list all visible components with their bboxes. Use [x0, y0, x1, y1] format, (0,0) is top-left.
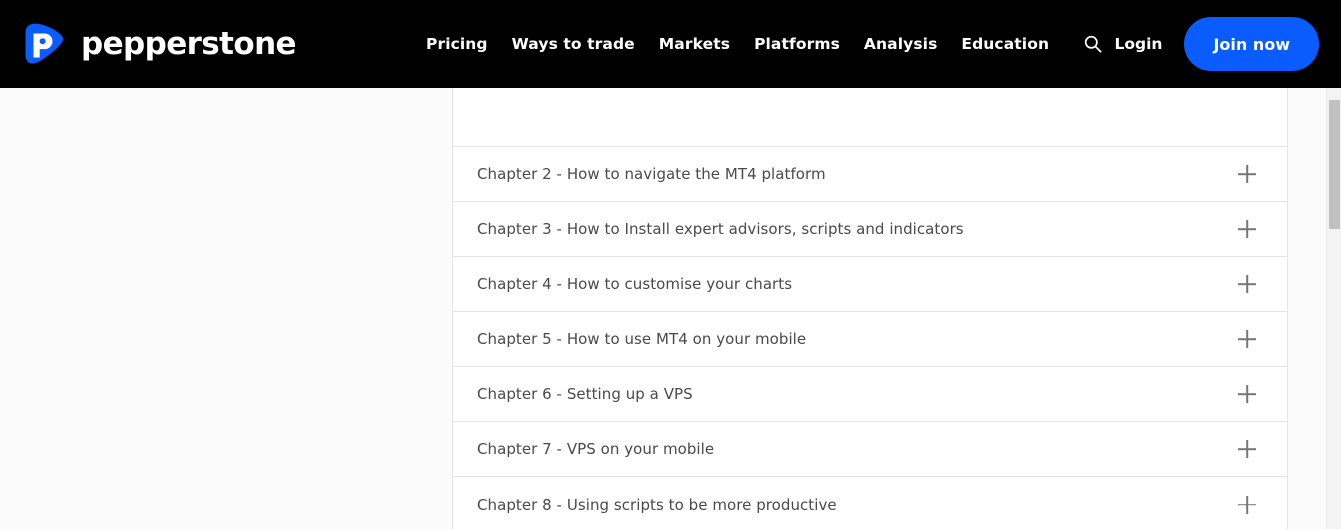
login-link[interactable]: Login: [1114, 35, 1162, 53]
plus-icon[interactable]: [1238, 165, 1256, 183]
header-actions: Login Join now: [1114, 17, 1319, 71]
brand-wordmark: pepperstone: [81, 25, 297, 62]
accordion-item-chapter-8[interactable]: Chapter 8 - Using scripts to be more pro…: [453, 477, 1287, 529]
chapters-accordion: Chapter 2 - How to navigate the MT4 plat…: [452, 88, 1288, 529]
nav-item-analysis[interactable]: Analysis: [852, 35, 949, 53]
plus-icon[interactable]: [1238, 496, 1256, 514]
accordion-item-chapter-4[interactable]: Chapter 4 - How to customise your charts: [453, 257, 1287, 312]
page-content: Chapter 2 - How to navigate the MT4 plat…: [0, 88, 1341, 529]
join-now-button[interactable]: Join now: [1184, 17, 1319, 71]
plus-icon[interactable]: [1238, 220, 1256, 238]
accordion-item-chapter-7[interactable]: Chapter 7 - VPS on your mobile: [453, 422, 1287, 477]
search-icon: [1084, 35, 1102, 53]
search-button[interactable]: [1080, 31, 1106, 57]
accordion-item-chapter-2[interactable]: Chapter 2 - How to navigate the MT4 plat…: [453, 147, 1287, 202]
accordion-item-label: Chapter 8 - Using scripts to be more pro…: [477, 495, 837, 514]
nav-item-platforms[interactable]: Platforms: [742, 35, 852, 53]
accordion-item-chapter-5[interactable]: Chapter 5 - How to use MT4 on your mobil…: [453, 312, 1287, 367]
accordion-item-label: Chapter 7 - VPS on your mobile: [477, 440, 715, 458]
accordion-item-chapter-6[interactable]: Chapter 6 - Setting up a VPS: [453, 367, 1287, 422]
nav-item-markets[interactable]: Markets: [647, 35, 742, 53]
nav-item-pricing[interactable]: Pricing: [414, 35, 500, 53]
plus-icon[interactable]: [1238, 440, 1256, 458]
plus-icon[interactable]: [1238, 275, 1256, 293]
site-header: pepperstone Pricing Ways to trade Market…: [0, 0, 1341, 88]
accordion-item-chapter-3[interactable]: Chapter 3 - How to Install expert adviso…: [453, 202, 1287, 257]
accordion-item-label: Chapter 4 - How to customise your charts: [477, 275, 793, 293]
brand-logo-link[interactable]: pepperstone: [18, 19, 297, 69]
accordion-item-partial[interactable]: [453, 88, 1287, 147]
accordion-item-label: Chapter 3 - How to Install expert adviso…: [477, 220, 964, 238]
pepperstone-leaf-p-logo-icon: [25, 23, 63, 64]
plus-icon[interactable]: [1238, 385, 1256, 403]
page-scrollbar-track[interactable]: [1326, 88, 1341, 529]
nav-item-ways-to-trade[interactable]: Ways to trade: [500, 35, 647, 53]
plus-icon[interactable]: [1238, 330, 1256, 348]
main-navigation: Pricing Ways to trade Markets Platforms …: [414, 31, 1106, 57]
accordion-item-label: Chapter 2 - How to navigate the MT4 plat…: [477, 165, 826, 183]
accordion-item-label: Chapter 6 - Setting up a VPS: [477, 385, 693, 403]
accordion-item-label: Chapter 5 - How to use MT4 on your mobil…: [477, 330, 807, 348]
page-scrollbar-thumb[interactable]: [1329, 100, 1340, 229]
nav-item-education[interactable]: Education: [949, 35, 1061, 53]
